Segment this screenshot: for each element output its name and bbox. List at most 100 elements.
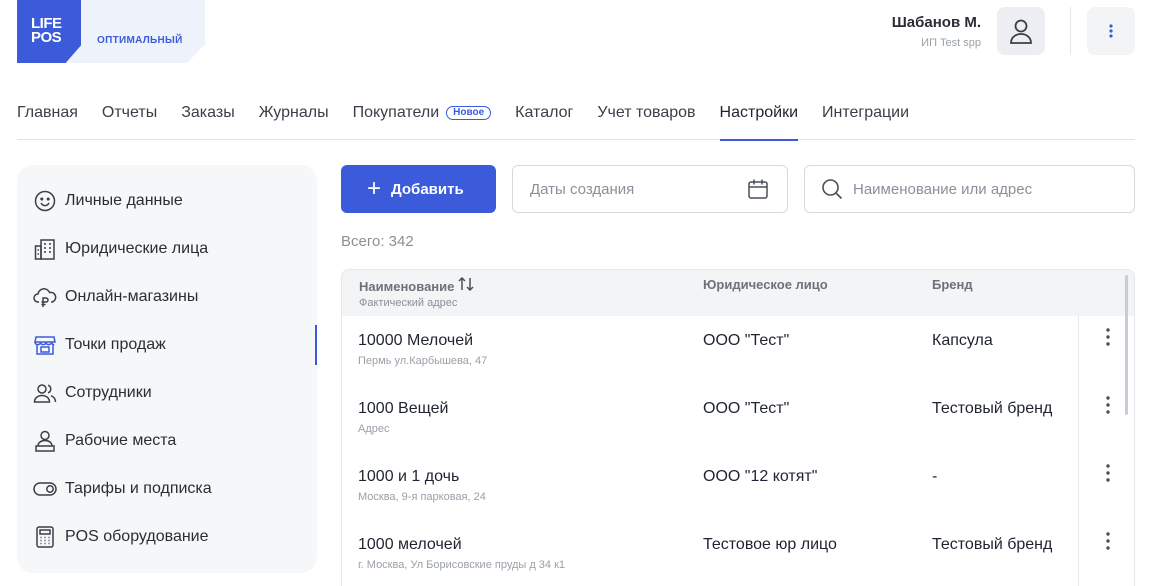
cloud-ruble-icon [33,285,57,309]
cell-address: Адрес [358,423,390,435]
nav-item-customers[interactable]: Покупатели Новое [353,97,492,140]
more-vertical-icon [1105,396,1110,414]
header-more-button[interactable] [1087,7,1135,55]
nav-label: Заказы [181,104,235,121]
column-header-name-label: Наименование [359,279,455,294]
nav-item-reports[interactable]: Отчеты [102,97,157,140]
table-header: Наименование Фактический адрес Юридическ… [342,270,1134,316]
building-icon [33,237,57,261]
user-avatar-button[interactable] [997,7,1045,55]
sidebar-item-tariffs[interactable]: Тарифы и подписка [33,469,317,509]
cell-brand: - [932,468,938,485]
sidebar-item-workplaces[interactable]: Рабочие места [33,421,317,461]
creation-date-field[interactable]: Даты создания [512,165,788,213]
cell-address: Москва, 9-я парковая, 24 [358,491,486,503]
sidebar-item-sales-points[interactable]: Точки продаж [33,325,317,365]
sidebar-item-label: Сотрудники [65,384,152,401]
sidebar-item-label: Юридические лица [65,240,209,257]
more-vertical-icon [1105,328,1110,346]
table-row[interactable]: 1000 Вещей Адрес ООО "Тест" Тестовый бре… [342,384,1134,452]
main-nav: Главная Отчеты Заказы Журналы Покупатели… [17,97,1135,141]
new-badge: Новое [446,106,492,120]
nav-label: Настройки [719,104,798,121]
user-org: ИП Test spp [921,37,981,49]
nav-item-journals[interactable]: Журналы [259,97,329,140]
sidebar-item-label: Точки продаж [65,336,166,353]
plus-icon: + [367,175,382,202]
cell-legal: ООО "12 котят" [703,468,818,485]
table-scrollbar[interactable] [1125,275,1128,415]
workplace-icon [33,429,57,453]
sidebar-item-pos-equipment[interactable]: POS оборудование [33,517,317,557]
nav-item-orders[interactable]: Заказы [181,97,234,140]
more-vertical-icon [1105,532,1110,550]
sidebar-item-label: POS оборудование [65,528,209,545]
sidebar-item-legal-entities[interactable]: Юридические лица [33,229,317,269]
nav-label: Интеграции [822,104,910,121]
column-header-name[interactable]: Наименование [359,276,474,294]
nav-item-main[interactable]: Главная [17,97,78,140]
sidebar-item-label: Личные данные [65,192,183,209]
search-icon [821,178,843,204]
sidebar-item-employees[interactable]: Сотрудники [33,373,317,413]
nav-label: Отчеты [101,104,158,121]
plan-label: ОПТИМАЛЬНЫЙ [97,35,183,46]
column-subheader-address: Фактический адрес [359,297,458,309]
nav-label: Журналы [258,104,329,121]
date-placeholder: Даты создания [530,180,635,198]
sidebar-item-online-stores[interactable]: Онлайн-магазины [33,277,317,317]
row-menu-button[interactable] [1078,452,1134,520]
nav-label: Главная [17,104,78,121]
store-icon [33,333,57,357]
sidebar-item-label: Онлайн-магазины [65,288,199,305]
cell-name: 1000 Вещей [358,400,449,417]
cell-legal: Тестовое юр лицо [703,536,837,553]
sidebar-item-label: Тарифы и подписка [65,480,212,497]
cell-brand: Тестовый бренд [932,400,1053,417]
nav-label: Каталог [515,104,574,121]
cell-name: 1000 и 1 дочь [358,468,460,485]
total-count: Всего: 342 [341,233,414,250]
cell-address: Пермь ул.Карбышева, 47 [358,355,488,367]
sidebar-item-personal[interactable]: Личные данные [33,181,317,221]
lifepos-logo: LIFE POS [17,0,81,63]
logo-text-line2: POS [31,29,62,46]
cell-legal: ООО "Тест" [703,332,790,349]
add-button[interactable]: + Добавить [341,165,496,213]
nav-label: Учет товаров [597,104,696,121]
add-button-label: Добавить [391,180,464,198]
more-vertical-icon [1109,24,1113,38]
header-divider [1070,7,1071,55]
cell-legal: ООО "Тест" [703,400,790,417]
nav-item-settings[interactable]: Настройки [719,97,799,141]
calculator-icon [33,525,57,549]
nav-item-catalog[interactable]: Каталог [515,97,573,140]
sort-icon[interactable] [458,276,474,294]
logo-area[interactable]: LIFE POS ОПТИМАЛЬНЫЙ [17,0,205,63]
more-vertical-icon [1105,464,1110,482]
search-input[interactable]: Наименование или адрес [804,165,1135,213]
settings-sidebar: Личные данные Юридические лица Онлайн-ма… [17,165,317,573]
calendar-icon[interactable] [747,178,769,204]
nav-item-inventory[interactable]: Учет товаров [597,97,695,140]
cell-brand: Капсула [932,332,993,349]
row-menu-button[interactable] [1078,520,1134,586]
nav-label: Покупатели [352,104,440,121]
table-row[interactable]: 10000 Мелочей Пермь ул.Карбышева, 47 ООО… [342,316,1134,384]
user-icon [1010,19,1032,44]
users-icon [33,381,57,405]
column-header-brand[interactable]: Бренд [932,277,973,292]
table-row[interactable]: 1000 мелочей г. Москва, Ул Борисовские п… [342,520,1134,586]
cell-brand: Тестовый бренд [932,536,1053,553]
search-placeholder: Наименование или адрес [853,180,1033,198]
table-row[interactable]: 1000 и 1 дочь Москва, 9-я парковая, 24 О… [342,452,1134,520]
cell-address: г. Москва, Ул Борисовские пруды д 34 к1 [358,559,566,571]
cell-name: 1000 мелочей [358,536,462,553]
column-header-legal[interactable]: Юридическое лицо [703,277,828,292]
cell-name: 10000 Мелочей [358,332,474,349]
user-name: Шабанов М. [891,14,981,31]
nav-item-integrations[interactable]: Интеграции [822,97,909,140]
sidebar-item-label: Рабочие места [65,432,177,449]
toggle-icon [33,477,57,501]
sales-points-table: Наименование Фактический адрес Юридическ… [341,269,1135,586]
